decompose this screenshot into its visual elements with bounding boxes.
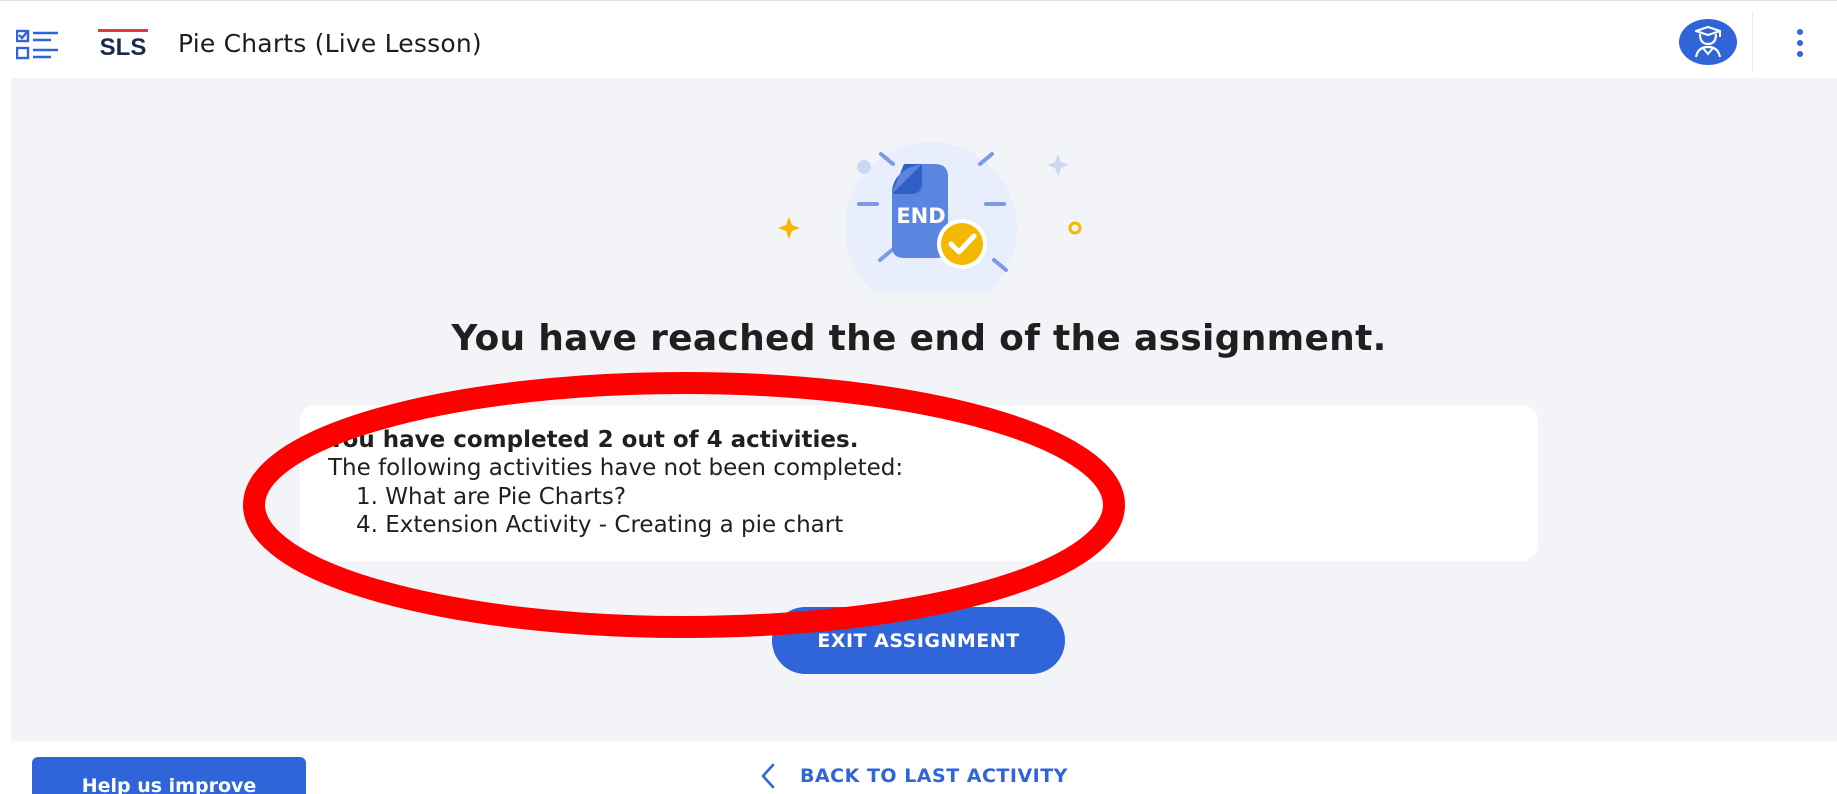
profile-button[interactable] (1679, 19, 1737, 65)
header-divider (1752, 11, 1753, 73)
list-item: 4. Extension Activity - Creating a pie c… (356, 512, 844, 538)
app-window: SLS Pie Charts (Live Lesson) END You hav… (0, 0, 1837, 794)
top-bar: SLS Pie Charts (Live Lesson) (0, 0, 1837, 79)
end-badge-text: END (896, 204, 945, 228)
end-of-assignment-panel: END You have reached the end of the assi… (11, 78, 1837, 741)
more-vertical-icon (1797, 29, 1803, 57)
completion-summary-card: You have completed 2 out of 4 activities… (300, 405, 1538, 561)
check-circle-icon (937, 219, 987, 269)
activity-list-button[interactable] (15, 29, 60, 61)
help-us-improve-button[interactable]: Help us improve (32, 757, 306, 794)
back-to-last-activity-link[interactable]: BACK TO LAST ACTIVITY (760, 760, 1068, 792)
checklist-menu-icon (15, 29, 58, 60)
page-title: Pie Charts (Live Lesson) (178, 29, 482, 58)
list-item: 1. What are Pie Charts? (356, 484, 627, 510)
chevron-left-icon (761, 763, 775, 789)
back-link-label: BACK TO LAST ACTIVITY (800, 765, 1068, 787)
incomplete-activity-list: 1. What are Pie Charts? 4. Extension Act… (356, 483, 843, 539)
end-illustration: END (778, 142, 1082, 292)
incomplete-note: The following activities have not been c… (328, 455, 904, 481)
exit-assignment-button[interactable]: EXIT ASSIGNMENT (772, 607, 1065, 674)
completion-summary: You have completed 2 out of 4 activities… (328, 427, 859, 453)
logo-text: SLS (100, 34, 147, 59)
more-options-button[interactable] (1784, 25, 1816, 61)
sls-logo: SLS (96, 29, 150, 61)
student-avatar-icon (1694, 25, 1722, 58)
end-heading: You have reached the end of the assignme… (451, 318, 1387, 359)
